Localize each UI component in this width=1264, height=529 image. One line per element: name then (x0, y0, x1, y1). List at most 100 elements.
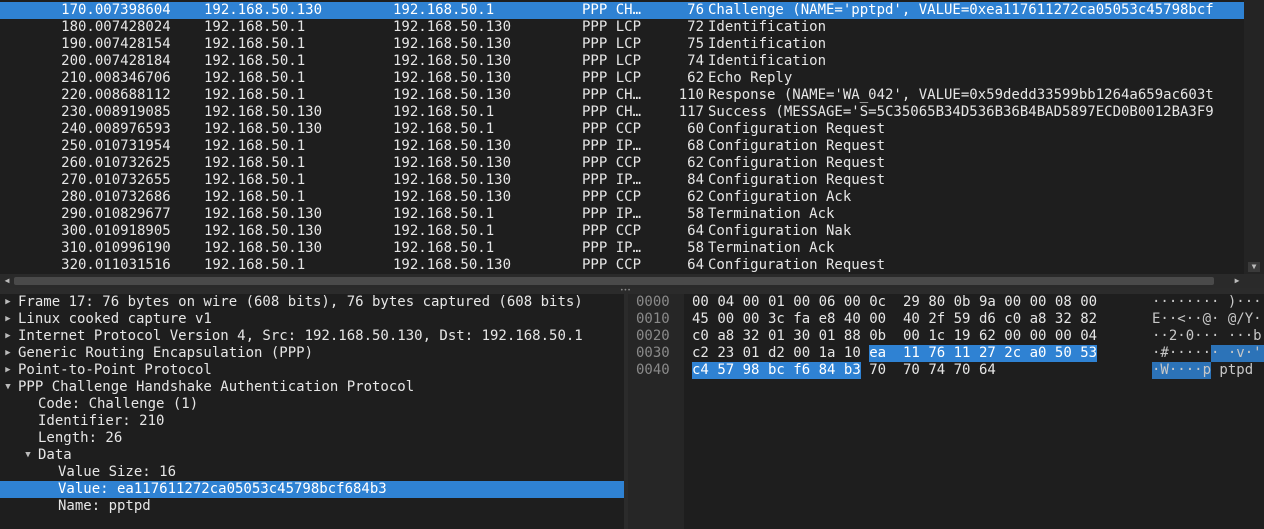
hex-byte[interactable]: 70 (869, 362, 886, 379)
hex-byte[interactable]: 1c (928, 328, 945, 345)
expand-triangle-down-icon[interactable]: ▼ (22, 447, 34, 464)
hex-byte[interactable]: 88 (844, 328, 861, 345)
hex-byte[interactable]: 70 (954, 362, 971, 379)
hex-byte[interactable]: e8 (819, 311, 836, 328)
hex-byte[interactable]: 00 (1004, 328, 1021, 345)
hex-byte[interactable]: 00 (1030, 294, 1047, 311)
detail-row[interactable]: ▼ Data (0, 447, 624, 464)
packet-row[interactable]: 31 0.010996190 192.168.50.130 192.168.50.1 P… (0, 240, 1244, 257)
packet-row[interactable]: 29 0.010829677 192.168.50.130 192.168.50.1 P… (0, 206, 1244, 223)
hex-byte[interactable]: 00 (743, 294, 760, 311)
hex-byte[interactable]: 32 (1055, 311, 1072, 328)
hex-byte[interactable]: 04 (717, 294, 734, 311)
packet-row[interactable]: 28 0.010732686 192.168.50.1 192.168.50.130 P… (0, 189, 1244, 206)
scroll-right-arrow-icon[interactable]: ▶ (1232, 276, 1242, 286)
hex-byte[interactable]: c2 (692, 345, 709, 362)
hex-byte[interactable]: 00 (844, 294, 861, 311)
hex-byte[interactable]: 76 (928, 345, 954, 362)
hex-byte[interactable]: 01 (743, 345, 760, 362)
detail-row[interactable]: ▶ Frame 17: 76 bytes on wire (608 bits), … (0, 294, 624, 311)
packet-row[interactable]: 19 0.007428154 192.168.50.1 192.168.50.130 P… (0, 36, 1244, 53)
detail-row[interactable]: ▶ Point-to-Point Protocol (0, 362, 624, 379)
ascii-dump[interactable]: ·W····p ptpd (1152, 362, 1253, 379)
expand-triangle-right-icon[interactable]: ▶ (2, 362, 14, 379)
hex-byte[interactable]: 64 (979, 362, 996, 379)
packet-row[interactable]: 24 0.008976593 192.168.50.130 192.168.50.1 P… (0, 121, 1244, 138)
hex-byte[interactable]: 00 (692, 294, 709, 311)
hex-byte[interactable]: a8 (1030, 311, 1047, 328)
expand-triangle-right-icon[interactable]: ▶ (2, 328, 14, 345)
packet-bytes-pane[interactable]: 0000 0010 0020 0030 0040 00 04 00 01 00 06 00 0c 29 8… (628, 294, 1264, 529)
hex-byte[interactable]: fa (793, 311, 810, 328)
hex-byte[interactable]: 06 (819, 294, 836, 311)
packet-list[interactable]: 17 0.007398604 192.168.50.130 192.168.50.1 P… (0, 0, 1244, 274)
hex-byte[interactable]: bc (767, 362, 794, 379)
hex-byte[interactable]: 00 (793, 345, 810, 362)
hex-byte[interactable]: 57 (717, 362, 743, 379)
packet-row[interactable]: 27 0.010732655 192.168.50.1 192.168.50.130 P… (0, 172, 1244, 189)
detail-row[interactable]: Value Size: 16 (0, 464, 624, 481)
hex-byte[interactable]: 00 (717, 311, 734, 328)
hex-byte[interactable]: 70 (903, 362, 920, 379)
hex-byte[interactable]: 50 (1054, 345, 1081, 362)
hex-byte[interactable]: 53 (1080, 345, 1098, 362)
hex-byte[interactable]: 62 (979, 328, 996, 345)
detail-row[interactable]: ▼ PPP Challenge Handshake Authentication … (0, 379, 624, 396)
hex-byte[interactable]: a8 (717, 328, 734, 345)
detail-row[interactable]: ▶ Linux cooked capture v1 (0, 311, 624, 328)
detail-row[interactable]: ▶ Internet Protocol Version 4, Src: 192.1… (0, 328, 624, 345)
hex-byte[interactable]: 98 (742, 362, 768, 379)
hex-byte[interactable]: 11 (953, 345, 979, 362)
hex-byte[interactable]: 0b (869, 328, 886, 345)
detail-row[interactable]: Name: pptpd (0, 498, 624, 515)
packet-details-tree[interactable]: ▶ Frame 17: 76 bytes on wire (608 bits), … (0, 294, 624, 529)
hex-byte[interactable]: 00 (1055, 328, 1072, 345)
hex-byte[interactable]: 00 (1004, 294, 1021, 311)
hex-byte[interactable]: 01 (768, 328, 785, 345)
hex-byte[interactable]: 2f (928, 311, 945, 328)
hex-byte[interactable]: 0b (954, 294, 971, 311)
packet-row-selected[interactable]: 17 0.007398604 192.168.50.130 192.168.50.1 P… (0, 2, 1244, 19)
packet-row[interactable]: 26 0.010732625 192.168.50.1 192.168.50.130 P… (0, 155, 1244, 172)
hex-byte[interactable]: 11 (903, 345, 929, 362)
hex-byte[interactable]: b3 (843, 362, 861, 379)
hex-byte[interactable]: 10 (844, 345, 861, 362)
hex-byte[interactable]: c4 (692, 362, 718, 379)
expand-triangle-right-icon[interactable]: ▶ (2, 345, 14, 362)
detail-row[interactable]: ▶ Generic Routing Encapsulation (PPP) (0, 345, 624, 362)
scroll-down-arrow-icon[interactable]: ▼ (1248, 262, 1260, 272)
hex-byte[interactable]: 00 (1080, 294, 1097, 311)
hex-byte[interactable]: d6 (979, 311, 996, 328)
hex-byte[interactable]: 29 (903, 294, 920, 311)
hex-byte[interactable]: 00 (793, 294, 810, 311)
hex-byte[interactable]: 82 (1080, 311, 1097, 328)
packet-row[interactable]: 23 0.008919085 192.168.50.130 192.168.50.1 P… (0, 104, 1244, 121)
hex-byte[interactable]: 19 (954, 328, 971, 345)
ascii-dump[interactable]: ·#······ ·v·',·PS (1152, 345, 1264, 362)
hex-byte[interactable]: d2 (768, 345, 785, 362)
packet-row[interactable]: 25 0.010731954 192.168.50.1 192.168.50.130 P… (0, 138, 1244, 155)
scroll-left-arrow-icon[interactable]: ◀ (2, 276, 12, 286)
packet-row[interactable]: 21 0.008346706 192.168.50.1 192.168.50.130 P… (0, 70, 1244, 87)
hex-byte[interactable]: 9a (979, 294, 996, 311)
packet-row[interactable]: 18 0.007428024 192.168.50.1 192.168.50.130 P… (0, 19, 1244, 36)
hex-byte[interactable]: 00 (903, 328, 920, 345)
packet-row[interactable]: 32 0.011031516 192.168.50.1 192.168.50.130 P… (0, 257, 1244, 274)
hex-byte[interactable]: f6 (793, 362, 819, 379)
hex-byte[interactable]: a0 (1029, 345, 1055, 362)
hex-byte[interactable]: 40 (903, 311, 920, 328)
hex-byte[interactable]: 74 (928, 362, 945, 379)
hex-byte[interactable]: ea (869, 345, 903, 362)
expand-triangle-right-icon[interactable]: ▶ (2, 311, 14, 328)
detail-row[interactable]: Identifier: 210 (0, 413, 624, 430)
ascii-dump[interactable]: ··2·0··· ···b···· (1152, 328, 1264, 345)
packet-row[interactable]: 22 0.008688112 192.168.50.1 192.168.50.130 P… (0, 87, 1244, 104)
hex-byte[interactable]: 0c (869, 294, 886, 311)
hex-byte[interactable]: 00 (743, 311, 760, 328)
detail-row[interactable]: Length: 26 (0, 430, 624, 447)
expand-triangle-right-icon[interactable]: ▶ (2, 294, 14, 311)
packet-list-horizontal-scrollbar[interactable]: ◀ ▶ (0, 274, 1264, 288)
hex-byte[interactable]: 30 (793, 328, 810, 345)
hex-byte[interactable]: 00 (1030, 328, 1047, 345)
hex-byte[interactable]: 00 (869, 311, 886, 328)
